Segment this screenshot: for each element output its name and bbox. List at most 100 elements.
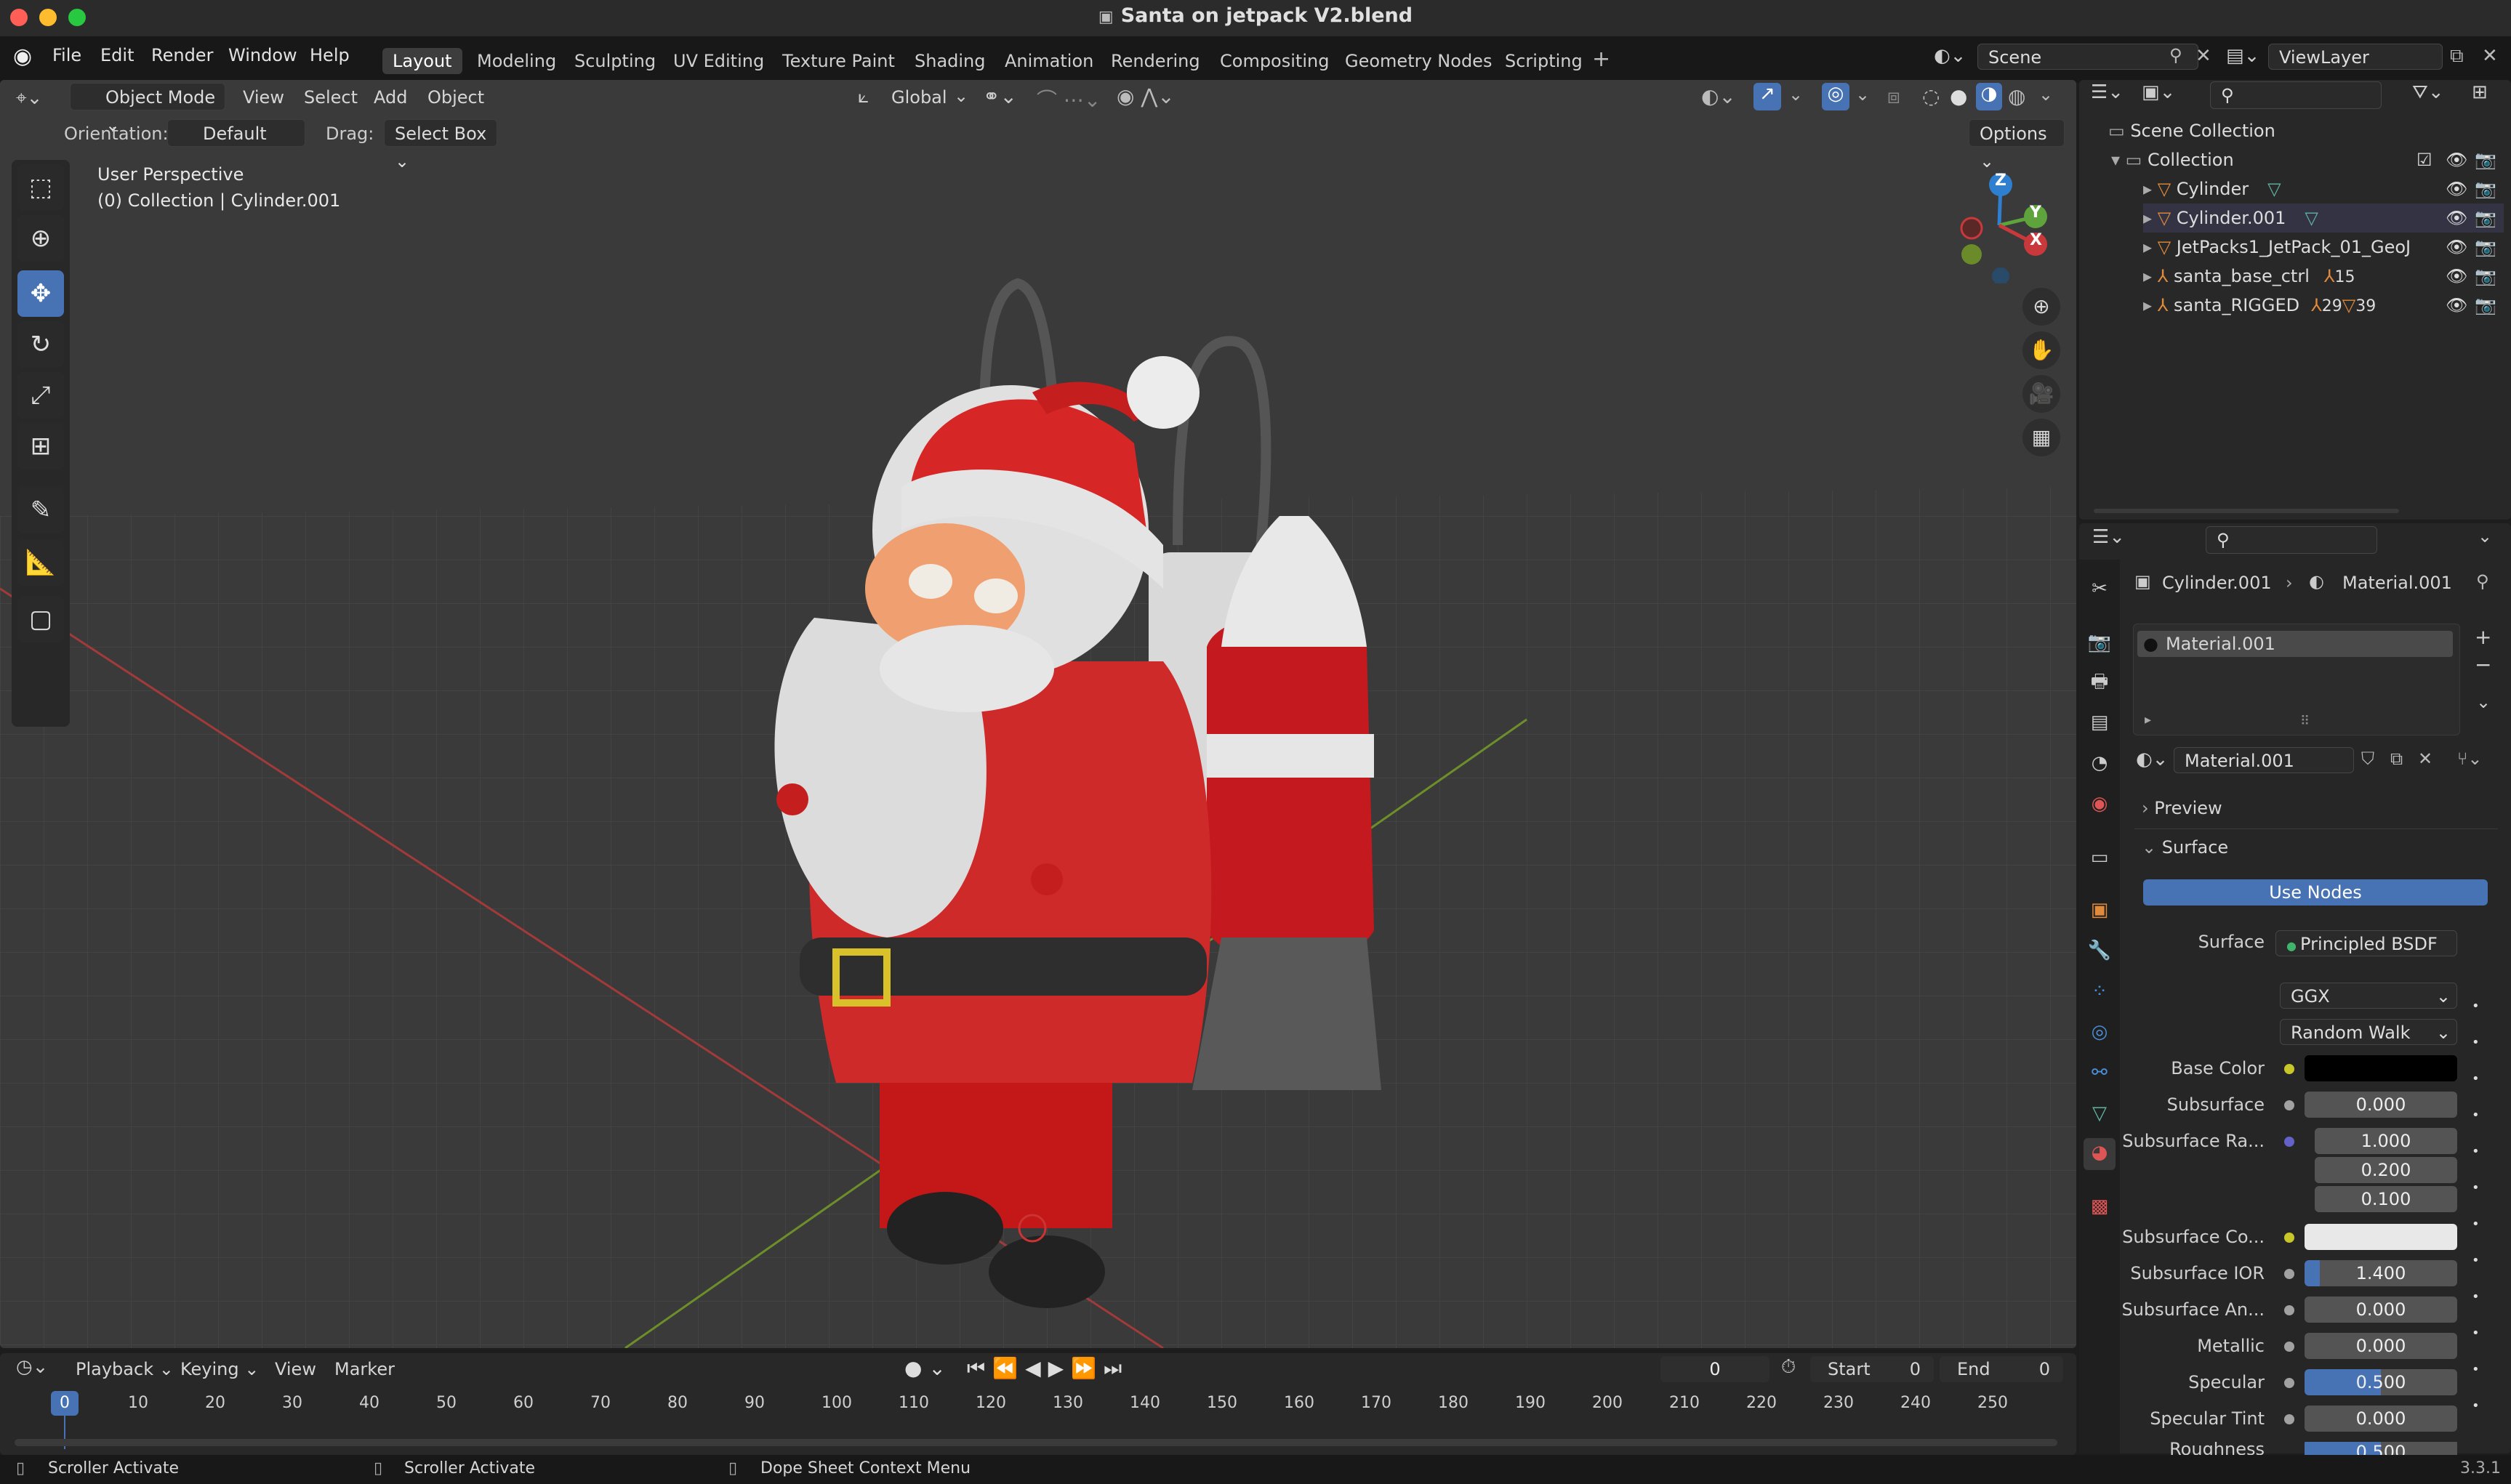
blender-logo-icon[interactable]: ◉	[13, 44, 32, 69]
specular-field[interactable]: 0.500	[2305, 1369, 2457, 1395]
menu-select[interactable]: Select	[304, 87, 358, 108]
chevron-down-icon[interactable]: ⌄	[1855, 84, 1870, 105]
stopwatch-icon[interactable]: ⏱	[1781, 1356, 1796, 1379]
move-tool-icon[interactable]: ✥	[17, 270, 64, 317]
particles-tab-icon[interactable]: ⁘	[2085, 977, 2114, 1006]
tab-texture-paint[interactable]: Texture Paint	[772, 48, 905, 74]
specular-tint-field[interactable]: 0.000	[2305, 1406, 2457, 1432]
menu-object[interactable]: Object	[427, 87, 484, 108]
mode-dropdown[interactable]: Object Mode ⌄	[70, 83, 225, 135]
unlink-material-icon[interactable]: ✕	[2418, 749, 2432, 769]
menu-help[interactable]: Help	[310, 45, 350, 65]
drag-dropdown[interactable]: Select Box ⌄	[384, 119, 497, 172]
menu-keying[interactable]: Keying ⌄	[180, 1359, 259, 1379]
record-icon[interactable]: ● ⌄	[904, 1356, 946, 1380]
node-tree-icon[interactable]: ⑂⌄	[2457, 749, 2483, 769]
perspective-toggle-icon[interactable]: ▦	[2022, 419, 2060, 456]
pivot-icon[interactable]: ⚭⌄	[983, 84, 1017, 108]
add-slot-icon[interactable]: +	[2475, 625, 2491, 649]
chevron-down-icon[interactable]: ⌄	[1788, 84, 1803, 105]
chevron-down-icon[interactable]: ⌄	[2038, 84, 2053, 105]
subsurface-radius-y-field[interactable]: 0.200	[2315, 1157, 2457, 1183]
material-slot-row[interactable]: ● Material.001	[2137, 631, 2453, 657]
socket-icon[interactable]	[2284, 1305, 2294, 1315]
use-nodes-button[interactable]: Use Nodes	[2143, 879, 2488, 906]
subsurface-anisotropy-field[interactable]: 0.000	[2305, 1297, 2457, 1323]
socket-icon[interactable]	[2284, 1100, 2294, 1110]
tab-shading[interactable]: Shading	[904, 48, 996, 74]
socket-icon[interactable]	[2284, 1269, 2294, 1279]
tab-layout[interactable]: Layout	[382, 48, 462, 74]
eye-icon[interactable]: 👁	[2446, 203, 2467, 233]
roughness-field[interactable]: 0.500	[2305, 1442, 2457, 1455]
camera-icon[interactable]: 📷	[2475, 145, 2496, 174]
outliner-scrollbar[interactable]	[2094, 509, 2399, 513]
chevron-down-icon[interactable]: ⌄	[954, 86, 968, 106]
camera-icon[interactable]: 📷	[2475, 174, 2496, 203]
timeline-ruler[interactable]: 10 20 30 40 50 60 70 80 90 100 110 120 130 140 150 160 1…	[15, 1388, 2065, 1446]
outliner-item-jetpack[interactable]: ▸ ▽ JetPacks1_JetPack_01_GeoJ 👁 📷	[2143, 233, 2504, 262]
eye-icon[interactable]: 👁	[2446, 145, 2467, 174]
socket-icon[interactable]	[2284, 1137, 2294, 1147]
menu-render[interactable]: Render	[151, 45, 213, 65]
gizmo-toggle-icon[interactable]: ↗	[1753, 83, 1781, 110]
zoom-icon[interactable]: ⊕	[2022, 288, 2060, 326]
menu-marker[interactable]: Marker	[334, 1359, 395, 1379]
output-tab-icon[interactable]: 🖶	[2085, 667, 2114, 696]
tab-scripting[interactable]: Scripting	[1495, 48, 1593, 74]
measure-tool-icon[interactable]: 📐	[17, 539, 64, 586]
current-frame-field[interactable]: 0	[1660, 1356, 1769, 1382]
socket-icon[interactable]	[2284, 1342, 2294, 1352]
options-dropdown[interactable]: Options ⌄	[1969, 119, 2065, 172]
socket-icon[interactable]	[2284, 1414, 2294, 1424]
outliner-item-santa-rigged[interactable]: ▸ ⅄ santa_RIGGED ⅄29▽39 👁 📷	[2143, 291, 2504, 320]
camera-icon[interactable]: 📷	[2475, 262, 2496, 291]
select-box-tool-icon[interactable]: ⬚	[17, 164, 64, 211]
remove-view-layer-icon[interactable]: ✕	[2482, 45, 2498, 67]
overlays-toggle-icon[interactable]: ◎	[1822, 83, 1849, 110]
outliner-item-cylinder-001[interactable]: ▸ ▽ Cylinder.001 ▽ 👁 📷	[2143, 203, 2504, 233]
distribution-dropdown[interactable]: GGX ⌄	[2280, 983, 2457, 1009]
menu-playback[interactable]: Playback ⌄	[76, 1359, 174, 1379]
fake-user-icon[interactable]: ⛉	[2361, 749, 2374, 769]
view-layer-field[interactable]: ViewLayer	[2268, 44, 2443, 70]
visibility-icon[interactable]: ◐⌄	[1701, 84, 1736, 108]
timeline-scrollbar[interactable]	[15, 1439, 2057, 1446]
subsurface-color-swatch[interactable]	[2305, 1224, 2457, 1250]
camera-icon[interactable]: 📷	[2475, 291, 2496, 320]
scene-icon[interactable]: ◐⌄	[1934, 45, 1966, 67]
timeline-editor-icon[interactable]: ◷⌄	[16, 1356, 48, 1378]
keyframe-dots[interactable]: • • • • • • • • • • • •	[2472, 988, 2480, 1424]
outliner-item-cylinder[interactable]: ▸ ▽ Cylinder ▽ 👁 📷	[2143, 174, 2504, 203]
physics-tab-icon[interactable]: ◎	[2085, 1017, 2114, 1047]
metallic-field[interactable]: 0.000	[2305, 1333, 2457, 1359]
playhead-frame[interactable]: 0	[51, 1391, 79, 1416]
xray-icon[interactable]: ⧈	[1887, 84, 1900, 109]
properties-editor-icon[interactable]: ☰⌄	[2092, 526, 2125, 548]
resize-handle-icon[interactable]: ⠿	[2300, 714, 2310, 729]
camera-icon[interactable]: 📷	[2475, 203, 2496, 233]
filter-icon[interactable]: ⛛⌄	[2412, 81, 2444, 104]
properties-search-input[interactable]: ⚲	[2206, 526, 2377, 554]
pin-icon[interactable]: ⚲	[2169, 45, 2182, 65]
outliner-item-santa-base-ctrl[interactable]: ▸ ⅄ santa_base_ctrl ⅄15 👁 📷	[2143, 262, 2504, 291]
socket-icon[interactable]	[2284, 1378, 2294, 1388]
outliner-collection[interactable]: ▾ ▭ Collection ☑ 👁 📷	[2111, 145, 2504, 174]
base-color-swatch[interactable]	[2305, 1055, 2457, 1081]
expand-icon[interactable]: ▸	[2145, 712, 2151, 727]
section-surface[interactable]: ⌄ Surface	[2142, 837, 2228, 858]
outliner-editor-icon[interactable]: ☰⌄	[2091, 81, 2124, 103]
render-tab-icon[interactable]: 📷	[2085, 628, 2114, 657]
tab-geometry-nodes[interactable]: Geometry Nodes	[1335, 48, 1502, 74]
orientation-dropdown[interactable]: Default	[167, 119, 305, 147]
annotate-tool-icon[interactable]: ✎	[17, 487, 64, 533]
subsurface-field[interactable]: 0.000	[2305, 1092, 2457, 1118]
display-mode-icon[interactable]: ▣⌄	[2142, 81, 2175, 103]
menu-add[interactable]: Add	[374, 87, 407, 108]
tab-uv-editing[interactable]: UV Editing	[663, 48, 774, 74]
playback-controls[interactable]: ⏮⏪◀▶⏩⏭	[967, 1356, 1129, 1381]
transform-tool-icon[interactable]: ⊞	[17, 423, 64, 469]
rendered-shading-icon[interactable]: ◍	[2008, 84, 2025, 108]
scene-field[interactable]: Scene	[1977, 44, 2198, 70]
remove-slot-icon[interactable]: −	[2475, 653, 2491, 677]
